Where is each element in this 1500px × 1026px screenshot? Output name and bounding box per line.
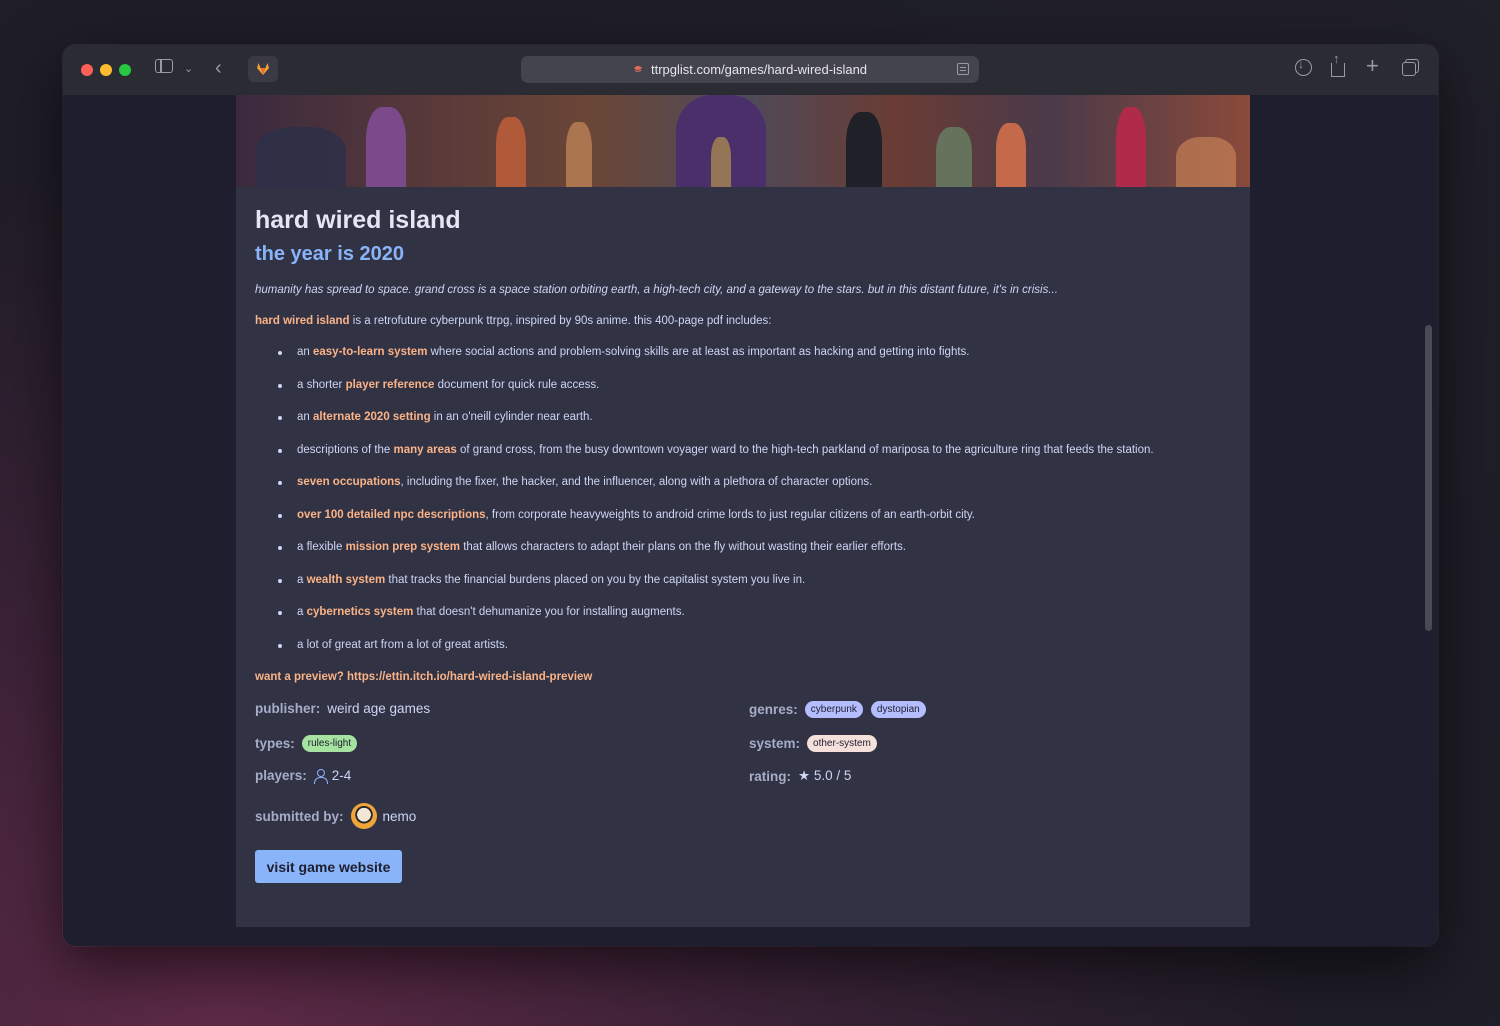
list-item: an alternate 2020 setting in an o'neill … [278,411,1154,444]
intro-text: is a retrofuture cyberpunk ttrpg, inspir… [349,315,772,327]
genres-label: genres: [749,702,798,717]
list-item: descriptions of the many areas of grand … [278,444,1154,477]
types-row: types: rules-light [255,735,365,752]
players-label: players: [255,768,307,783]
tab-overview-button[interactable] [1402,59,1419,76]
submitted-row: submitted by: nemo [255,803,416,829]
tab-overview-icon [1402,59,1419,76]
game-intro: hard wired island is a retrofuture cyber… [255,315,771,327]
avatar[interactable] [350,803,377,829]
reader-mode-icon[interactable] [957,63,969,75]
address-bar[interactable]: ttrpglist.com/games/hard-wired-island [521,56,979,83]
back-arrow-icon[interactable]: ‹ [215,58,222,78]
rating-label: rating: [749,768,791,784]
list-item: a shorter player reference document for … [278,379,1154,412]
game-title: hard wired island [255,206,461,234]
submitted-label: submitted by: [255,808,344,824]
share-icon [1331,51,1345,77]
genre-tag[interactable]: cyberpunk [804,701,863,718]
list-item: an easy-to-learn system where social act… [278,346,1154,379]
gitlab-fox-icon [257,63,269,75]
download-icon [1295,57,1312,76]
close-window-button[interactable] [81,64,93,76]
chevron-down-icon[interactable]: ⌄ [184,59,193,79]
scrollbar[interactable] [1425,325,1432,631]
feature-list: an easy-to-learn system where social act… [278,346,1154,671]
person-icon [313,769,328,784]
minimize-window-button[interactable] [100,64,112,76]
genres-row: genres: cyberpunk dystopian [749,701,934,718]
browser-window: ⌄ ‹ ttrpglist.com/games/hard-wired-islan… [63,45,1438,946]
list-item: seven occupations, including the fixer, … [278,476,1154,509]
publisher-row: publisher: weird age games [255,701,430,716]
rating-row: rating: ★ 5.0 / 5 [749,768,851,784]
publisher-label: publisher: [255,701,321,716]
game-subtitle: the year is 2020 [255,243,404,265]
players-value: 2-4 [331,768,352,783]
site-favicon-icon [634,66,642,72]
page-viewport[interactable]: hard wired island the year is 2020 human… [63,95,1438,946]
url-text: ttrpglist.com/games/hard-wired-island [651,62,868,77]
publisher-value[interactable]: weird age games [327,701,430,716]
genre-tag[interactable]: dystopian [870,701,926,718]
downloads-button[interactable] [1295,57,1312,76]
system-row: system: other-system [749,735,885,752]
tab-group-button[interactable] [248,56,278,82]
game-detail-card: hard wired island the year is 2020 human… [236,95,1250,927]
game-tagline: humanity has spread to space. grand cros… [255,284,1058,296]
submitter-name[interactable]: nemo [383,809,417,824]
list-item: a wealth system that tracks the financia… [278,574,1154,607]
list-item: over 100 detailed npc descriptions, from… [278,509,1154,542]
browser-toolbar: ⌄ ‹ ttrpglist.com/games/hard-wired-islan… [63,45,1438,95]
share-button[interactable] [1331,51,1345,77]
players-row: players: 2-4 [255,768,352,784]
rating-value: ★ 5.0 / 5 [798,768,852,783]
type-tag[interactable]: rules-light [301,735,358,752]
preview-link[interactable]: want a preview? https://ettin.itch.io/ha… [255,671,592,683]
system-label: system: [749,736,801,751]
types-label: types: [255,736,295,751]
zoom-window-button[interactable] [119,64,131,76]
list-item: a lot of great art from a lot of great a… [278,639,1154,672]
new-tab-plus-icon[interactable]: + [1366,55,1379,77]
list-item: a cybernetics system that doesn't dehuma… [278,606,1154,639]
system-tag[interactable]: other-system [807,735,877,752]
sidebar-toggle-icon[interactable] [155,59,173,73]
game-cover-image [236,95,1250,187]
list-item: a flexible mission prep system that allo… [278,541,1154,574]
intro-highlight: hard wired island [255,315,350,327]
visit-game-website-button[interactable]: visit game website [255,850,402,883]
